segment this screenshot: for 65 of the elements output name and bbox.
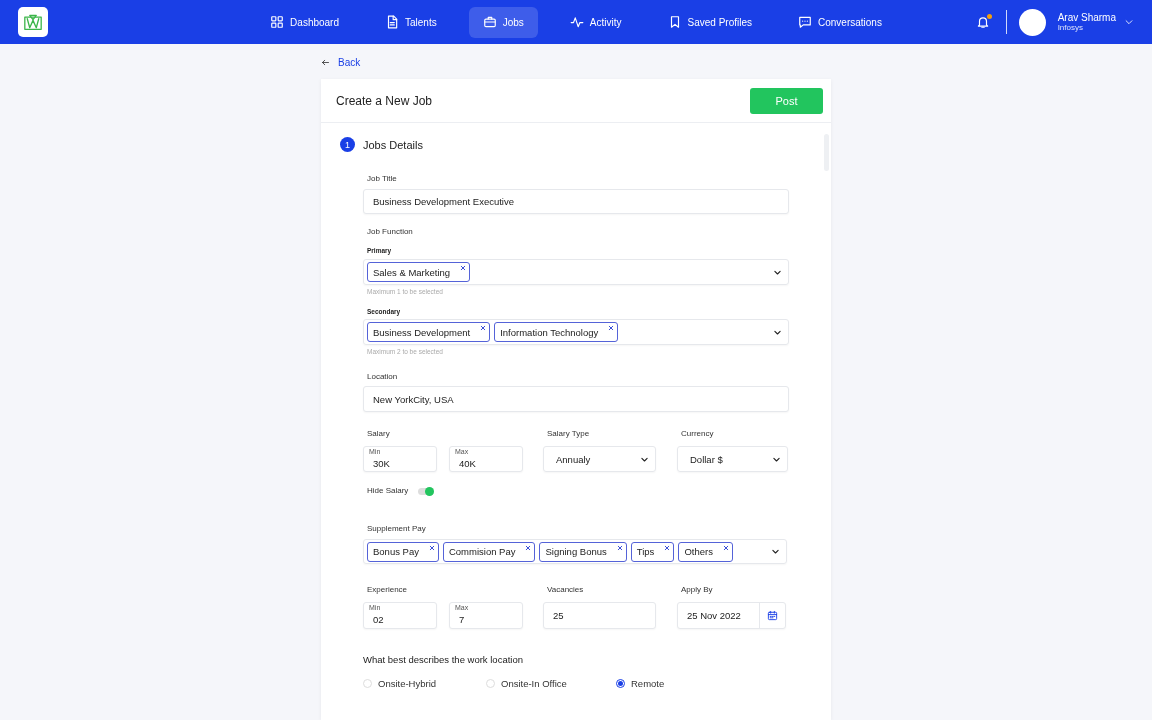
date-field[interactable]: 25 Nov 2022 bbox=[677, 602, 786, 629]
remove-icon[interactable] bbox=[608, 325, 615, 331]
field-label: Apply By bbox=[680, 585, 714, 595]
dropdown-field[interactable]: Annualy bbox=[543, 446, 656, 472]
selected-tag[interactable]: Signing Bonus bbox=[539, 541, 627, 562]
nav-tab[interactable]: Jobs bbox=[468, 6, 538, 38]
logo[interactable] bbox=[18, 7, 48, 37]
selected-tag[interactable]: Business Development bbox=[367, 322, 491, 342]
remove-icon[interactable] bbox=[722, 544, 729, 551]
text-field[interactable]: 25 bbox=[543, 602, 656, 629]
step-number: 1 bbox=[340, 137, 355, 152]
field-label: Job Function bbox=[366, 227, 414, 237]
dropdown-field[interactable]: Bonus Pay Commision Pay Signing Bonus Tips Others bbox=[363, 539, 787, 564]
question-text: What best describes the work location bbox=[363, 654, 524, 666]
selected-tag[interactable]: Tips bbox=[630, 541, 675, 562]
selected-tag[interactable]: Others bbox=[678, 541, 733, 562]
selected-tag[interactable]: Bonus Pay bbox=[367, 541, 439, 562]
dropdown-field[interactable]: Dollar $ bbox=[677, 446, 788, 472]
field-label: Job Title bbox=[366, 174, 398, 184]
nav-tab[interactable]: Talents bbox=[371, 6, 451, 38]
chat-icon bbox=[798, 15, 812, 29]
remove-icon[interactable] bbox=[616, 544, 623, 551]
remove-icon[interactable] bbox=[428, 544, 435, 551]
bell-icon[interactable] bbox=[975, 15, 990, 29]
field-label: Hide Salary bbox=[366, 486, 409, 496]
radio-label[interactable]: Remote bbox=[616, 677, 789, 689]
arrow-left-icon bbox=[321, 57, 330, 67]
dropdown-field[interactable]: Sales & Marketing bbox=[363, 259, 789, 285]
selected-tag[interactable]: Sales & Marketing bbox=[367, 262, 471, 282]
text-field[interactable]: New YorkCity, USA bbox=[363, 386, 789, 412]
dropdown-field[interactable]: Business Development Information Technology bbox=[363, 319, 789, 345]
card-title: Create a New Job bbox=[336, 93, 433, 108]
radio-label[interactable]: Onsite-Hybrid bbox=[363, 677, 486, 689]
remove-icon[interactable] bbox=[664, 544, 671, 551]
field-label: Location bbox=[366, 372, 399, 382]
document-icon bbox=[385, 15, 399, 29]
back-link[interactable]: Back bbox=[321, 55, 361, 69]
field-label: Vacancies bbox=[546, 585, 585, 595]
briefcase-icon bbox=[482, 15, 497, 29]
remove-icon[interactable] bbox=[480, 325, 487, 331]
user-name: Arav Sharma bbox=[1057, 12, 1116, 23]
toggle-switch[interactable] bbox=[418, 487, 435, 495]
section-title: Jobs Details bbox=[363, 138, 423, 151]
selected-tag[interactable]: Information Technology bbox=[494, 322, 619, 342]
chevron-down-icon[interactable] bbox=[771, 547, 780, 556]
field-label: Experience bbox=[366, 585, 409, 595]
field-label: Salary bbox=[366, 429, 391, 439]
field-label: Salary Type bbox=[546, 429, 591, 439]
field-label: Currency bbox=[680, 429, 715, 439]
remove-icon[interactable] bbox=[460, 265, 467, 271]
nav-tab[interactable]: Saved Profiles bbox=[653, 6, 766, 38]
field-label: Supplement Pay bbox=[366, 524, 427, 534]
activity-icon bbox=[569, 15, 584, 29]
text-field[interactable]: Business Development Executive bbox=[363, 189, 789, 214]
nav-tab[interactable]: Activity bbox=[555, 6, 636, 38]
calendar-icon[interactable] bbox=[767, 610, 778, 621]
grid-icon bbox=[270, 15, 285, 29]
nav-tab[interactable]: Dashboard bbox=[256, 6, 353, 38]
avatar[interactable] bbox=[1018, 8, 1046, 36]
radio-label[interactable]: Onsite-In Office bbox=[486, 677, 616, 689]
remove-icon[interactable] bbox=[525, 544, 532, 551]
nav-tab[interactable]: Conversations bbox=[784, 6, 896, 38]
selected-tag[interactable]: Commision Pay bbox=[442, 541, 536, 562]
user-company: Infosys bbox=[1057, 23, 1084, 32]
logo-icon bbox=[23, 13, 43, 31]
